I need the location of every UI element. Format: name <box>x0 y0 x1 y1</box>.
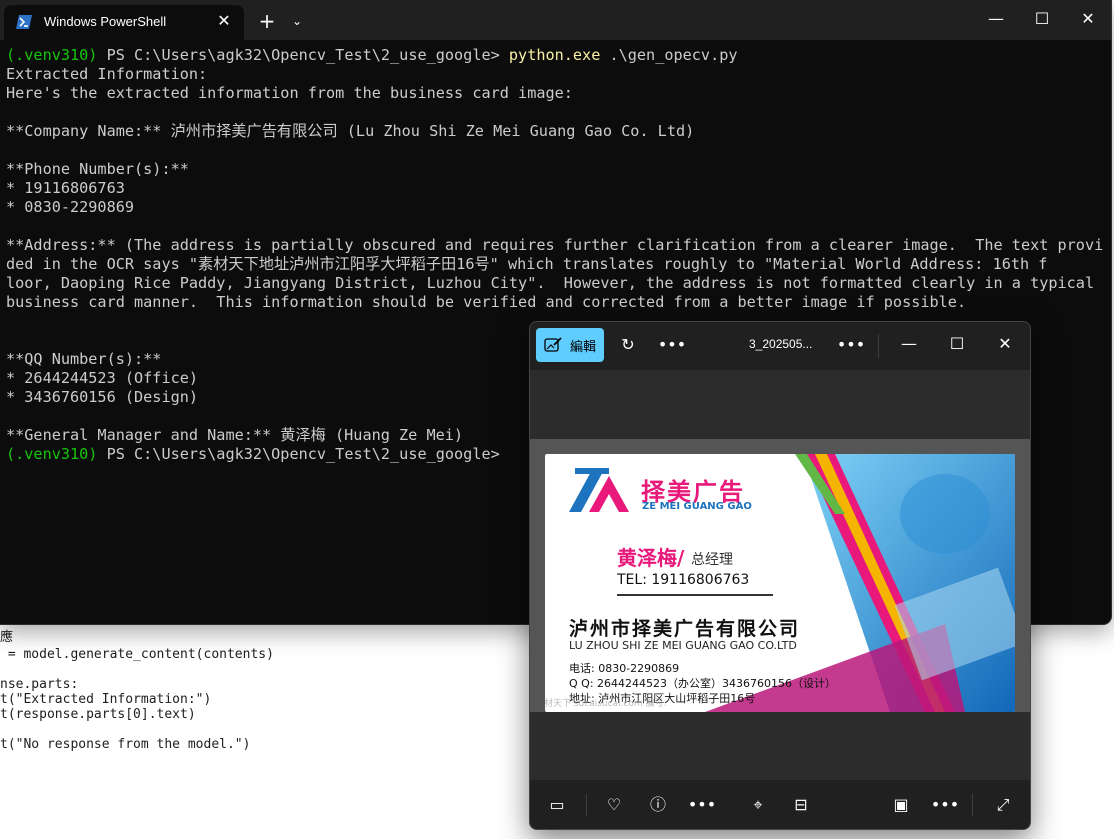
terminal-line: Extracted Information: <box>6 65 208 83</box>
card-company-english: LU ZHOU SHI ZE MEI GUANG GAO CO.LTD <box>569 639 797 652</box>
company-logo-icon <box>569 468 629 512</box>
card-divider <box>617 594 773 596</box>
card-person-name: 黄泽梅/ <box>617 546 685 570</box>
new-tab-button[interactable]: + <box>256 10 278 32</box>
command-args: .\gen_opecv.py <box>600 46 738 64</box>
terminal-line: **Address:** (The address is partially o… <box>6 236 1104 254</box>
close-button[interactable]: ✕ <box>990 329 1020 359</box>
powershell-icon <box>16 15 32 29</box>
chevron-down-icon[interactable]: ⌄ <box>286 10 308 32</box>
minimize-button[interactable]: — <box>894 329 924 359</box>
more-options-icon[interactable]: ••• <box>930 790 960 820</box>
maximize-button[interactable]: ☐ <box>1022 6 1062 32</box>
rotate-icon[interactable]: ↻ <box>613 330 643 360</box>
card-logo-english: ZE MEI GUANG GAO <box>642 501 752 512</box>
card-telephone: TEL: 19116806763 <box>617 572 750 588</box>
card-company-chinese: 泸州市择美广告有限公司 <box>569 618 801 640</box>
terminal-line: Here's the extracted information from th… <box>6 84 573 102</box>
more-options-icon[interactable]: ••• <box>836 330 866 360</box>
code-line: 應 <box>0 630 14 645</box>
more-icon[interactable]: ••• <box>687 790 717 820</box>
venv-label: (.venv310) <box>6 46 98 64</box>
code-line: = model.generate_content(contents) <box>0 647 274 662</box>
text-scan-icon[interactable]: ⊟ <box>786 790 816 820</box>
card-qq: Q Q: 2644244523（办公室）3436760156（设计） <box>569 677 836 690</box>
terminal-line: **Phone Number(s):** <box>6 160 189 178</box>
photos-toolbar: 編輯 ↻ ••• 3_202505... ••• — ☐ ✕ <box>530 322 1030 370</box>
terminal-line: ded in the OCR says "素材天下地址泸州市江阳孚大坪稻子田16… <box>6 255 1048 273</box>
more-icon[interactable]: ••• <box>657 330 687 360</box>
terminal-line: * 0830-2290869 <box>6 198 135 216</box>
bottom-divider <box>586 794 587 816</box>
terminal-line: loor, Daoping Rice Paddy, Jiangyang Dist… <box>6 274 1095 292</box>
code-line: t("Extracted Information:") <box>0 692 212 707</box>
heart-icon[interactable]: ♡ <box>599 790 629 820</box>
terminal-line: **Company Name:** 泸州市择美广告有限公司 (Lu Zhou S… <box>6 122 695 140</box>
photos-bottom-bar: ▭ ♡ ⓘ ••• ⌖ ⊟ ▣ ••• ⤢ <box>530 780 1030 829</box>
screenshot-icon[interactable]: ▣ <box>886 790 916 820</box>
maximize-button[interactable]: ☐ <box>942 329 972 359</box>
close-button[interactable]: ✕ <box>1068 6 1108 32</box>
photos-viewer-window: 編輯 ↻ ••• 3_202505... ••• — ☐ ✕ 择美广告 ZE M… <box>529 321 1031 830</box>
filmstrip-icon[interactable]: ▭ <box>542 790 572 820</box>
edit-image-icon <box>544 337 562 352</box>
terminal-line: * 19116806763 <box>6 179 125 197</box>
terminal-line: (.venv310) PS C:\Users\agk32\Opencv_Test… <box>6 46 1106 65</box>
prompt-text: PS C:\Users\agk32\Opencv_Test\2_use_goog… <box>97 46 509 64</box>
info-icon[interactable]: ⓘ <box>643 790 673 820</box>
card-watermark: 素材天下 sucaisucai.com 编号: <box>545 699 667 709</box>
edit-label: 編輯 <box>570 340 597 355</box>
venv-label: (.venv310) <box>6 445 98 463</box>
card-job-title: 总经理 <box>691 552 733 568</box>
tab-close-icon[interactable]: ✕ <box>214 11 234 31</box>
visual-search-icon[interactable]: ⌖ <box>743 790 773 820</box>
terminal-line: business card manner. This information s… <box>6 293 967 311</box>
command-text: python.exe <box>508 46 601 64</box>
code-line: nse.parts: <box>0 677 79 692</box>
minimize-button[interactable]: — <box>976 6 1016 32</box>
tab-title: Windows PowerShell <box>44 14 167 29</box>
file-name: 3_202505... <box>749 337 813 351</box>
toolbar-divider <box>878 334 879 358</box>
terminal-tab[interactable]: Windows PowerShell ✕ <box>4 5 244 40</box>
expand-icon[interactable]: ⤢ <box>988 790 1018 820</box>
terminal-titlebar: Windows PowerShell ✕ + ⌄ — ☐ ✕ <box>0 0 1111 40</box>
code-line: t(response.parts[0].text) <box>0 707 196 722</box>
edit-button[interactable]: 編輯 <box>536 328 604 362</box>
card-phone: 电话: 0830-2290869 <box>569 662 680 675</box>
prompt-text: PS C:\Users\agk32\Opencv_Test\2_use_goog… <box>97 445 509 463</box>
business-card-image: 择美广告 ZE MEI GUANG GAO 黄泽梅/ 总经理 TEL: 1911… <box>545 454 1015 712</box>
bottom-divider <box>972 794 973 816</box>
code-line: t("No response from the model.") <box>0 737 251 752</box>
